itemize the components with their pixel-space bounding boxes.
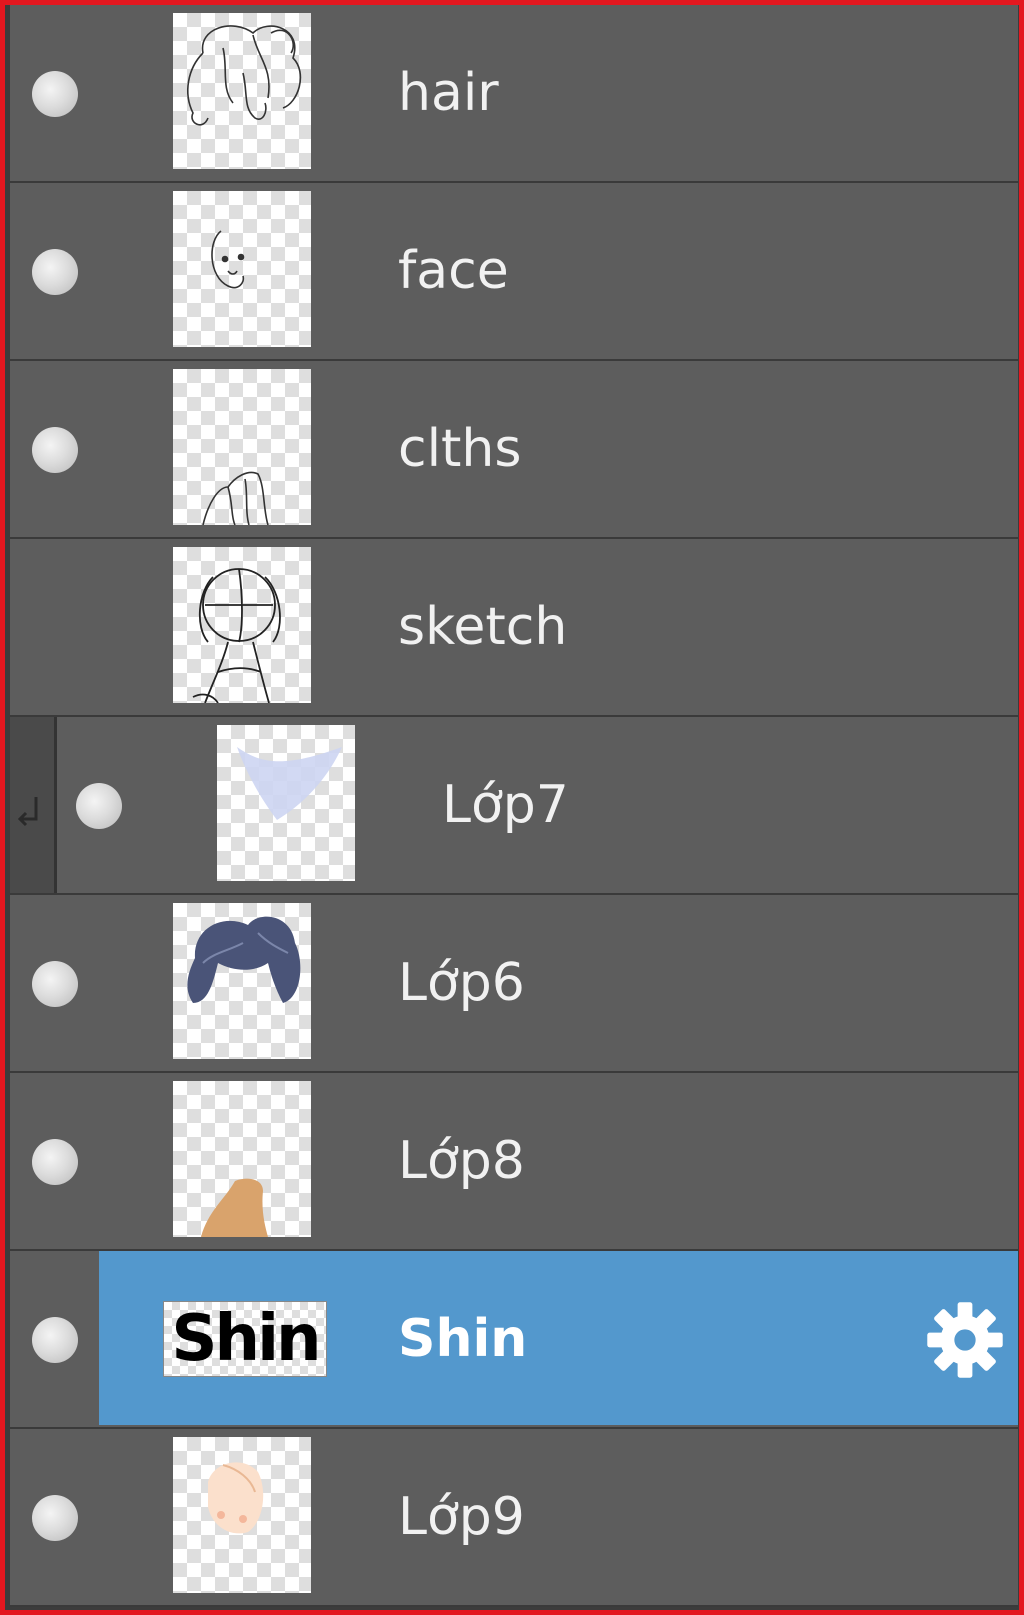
- visibility-dot-icon[interactable]: [32, 249, 78, 295]
- layer-name[interactable]: Shin: [398, 1309, 527, 1369]
- visibility-dot-icon[interactable]: [32, 71, 78, 117]
- layer-thumbnail: [173, 903, 311, 1059]
- layer-row-sketch[interactable]: sketch: [10, 539, 1018, 717]
- layer-name[interactable]: face: [398, 241, 509, 301]
- layer-thumbnail: [173, 369, 311, 525]
- layer-thumbnail: [217, 725, 355, 881]
- layer-thumbnail: [173, 191, 311, 347]
- layer-row-lop7[interactable]: Lớp7: [10, 717, 1018, 895]
- layer-name[interactable]: sketch: [398, 597, 567, 657]
- clipping-indicator: [10, 717, 57, 893]
- layer-row-clths[interactable]: clths: [10, 361, 1018, 539]
- layer-name[interactable]: Lớp6: [398, 953, 525, 1013]
- layer-row-lop6[interactable]: Lớp6: [10, 895, 1018, 1073]
- clipping-arrow-icon: [17, 797, 38, 827]
- visibility-dot-icon[interactable]: [32, 961, 78, 1007]
- layers-panel: hair face clths sketch Lớp7 Lớp6 Lớp8 Sh…: [0, 0, 1024, 1615]
- visibility-dot-icon[interactable]: [76, 783, 122, 829]
- visibility-dot-icon[interactable]: [32, 1317, 78, 1363]
- layer-row-shin[interactable]: Shin Shin: [10, 1251, 1018, 1429]
- layer-thumbnail: [173, 547, 311, 703]
- layer-row-lop8[interactable]: Lớp8: [10, 1073, 1018, 1251]
- layer-name[interactable]: Lớp8: [398, 1131, 525, 1191]
- text-layer-thumbnail: Shin: [163, 1301, 327, 1377]
- layer-thumbnail: [173, 13, 311, 169]
- visibility-dot-icon[interactable]: [32, 1495, 78, 1541]
- layer-name[interactable]: clths: [398, 419, 521, 479]
- layer-name[interactable]: hair: [398, 63, 499, 123]
- layer-row-hair[interactable]: hair: [10, 5, 1018, 183]
- layer-thumbnail: [173, 1437, 311, 1593]
- layer-row-face[interactable]: face: [10, 183, 1018, 361]
- gear-icon[interactable]: [924, 1299, 1006, 1381]
- visibility-dot-icon[interactable]: [32, 1139, 78, 1185]
- visibility-dot-icon[interactable]: [32, 427, 78, 473]
- layer-thumbnail: [173, 1081, 311, 1237]
- layer-name[interactable]: Lớp7: [442, 775, 569, 835]
- layer-name[interactable]: Lớp9: [398, 1487, 525, 1547]
- layer-row-lop9[interactable]: Lớp9: [10, 1429, 1018, 1607]
